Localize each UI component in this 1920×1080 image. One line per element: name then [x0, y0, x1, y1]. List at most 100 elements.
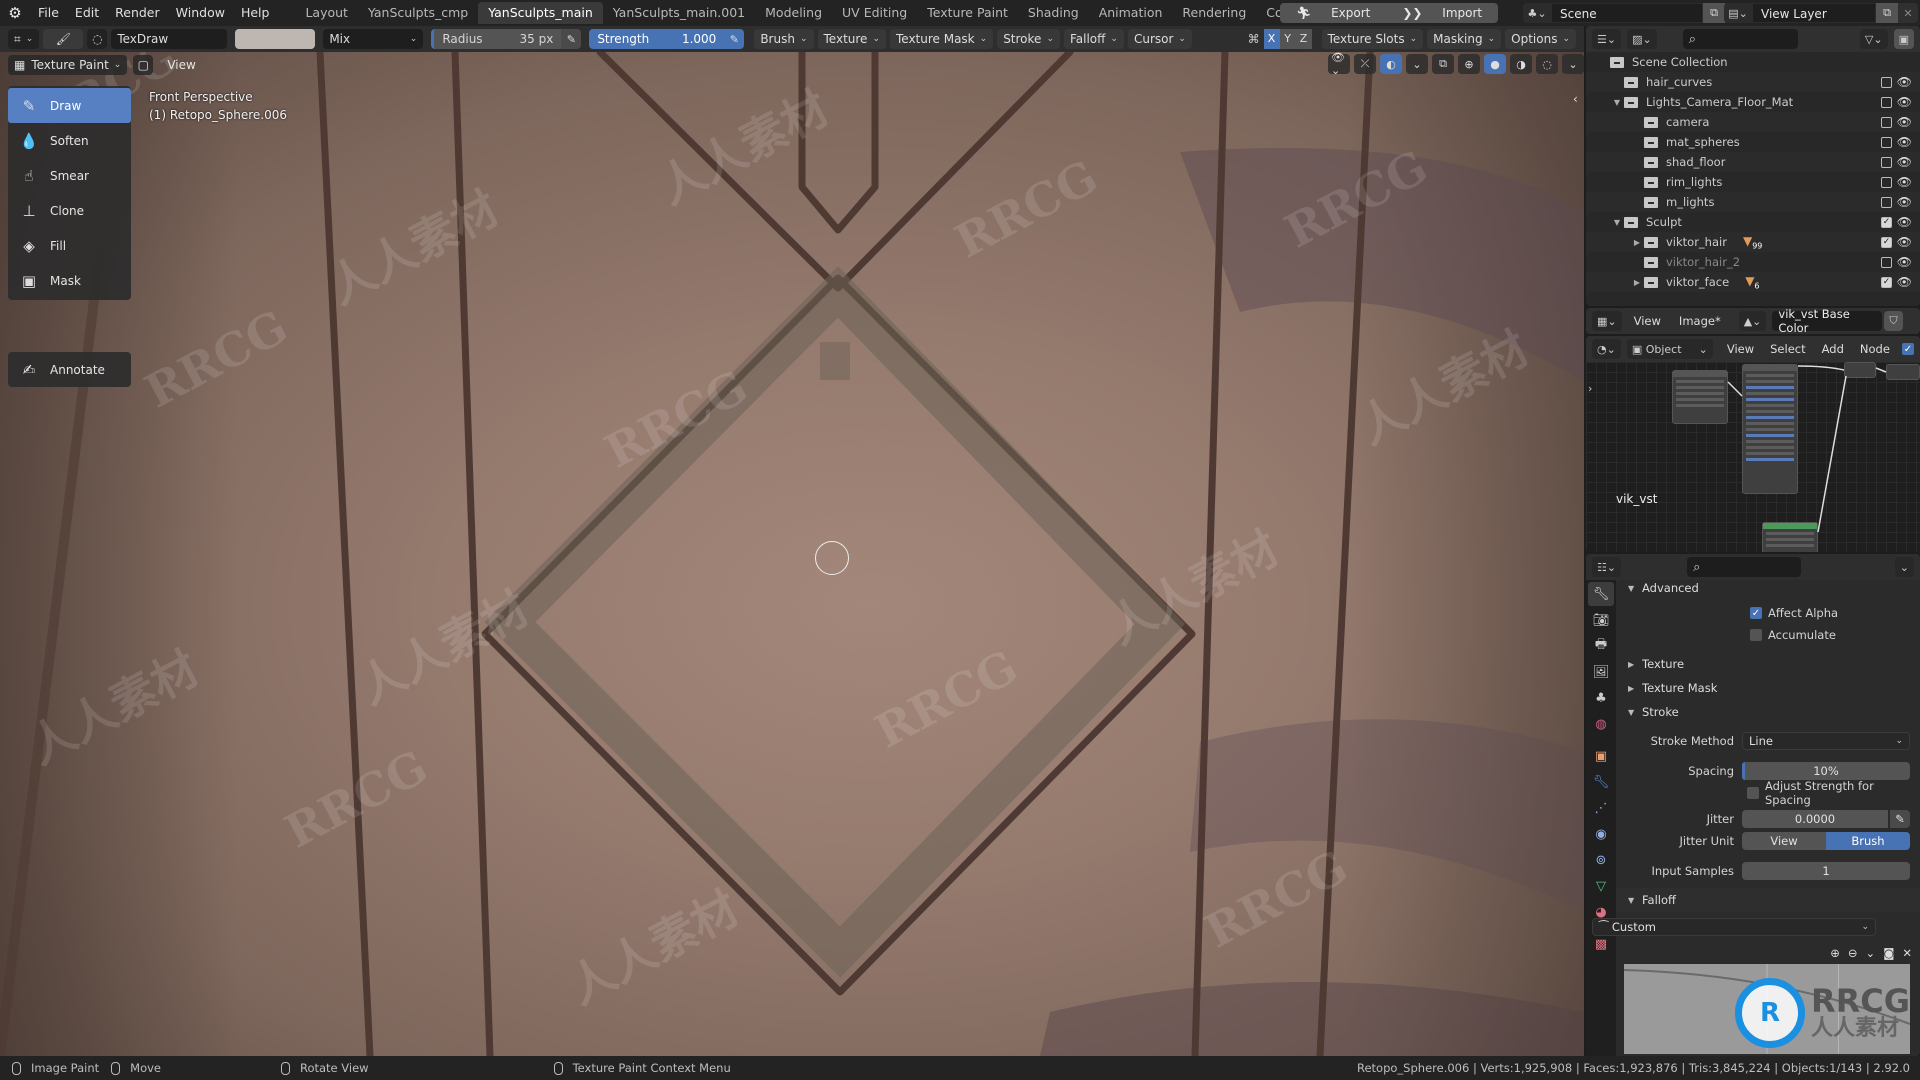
jitter-unit-brush[interactable]: Brush	[1826, 832, 1910, 850]
material-shading-icon[interactable]: ◑	[1510, 54, 1532, 74]
render-tab-icon[interactable]: 📷︎	[1588, 608, 1614, 632]
menu-help[interactable]: Help	[233, 0, 278, 26]
data-tab-icon[interactable]: ▽	[1588, 874, 1614, 898]
outliner-row[interactable]: ▶ viktor_face ▼6 ✓ 👁︎	[1586, 272, 1920, 292]
menu-edit[interactable]: Edit	[67, 0, 107, 26]
particles-tab-icon[interactable]: ⋰	[1588, 796, 1614, 820]
eye-icon[interactable]: 👁︎	[1897, 175, 1912, 189]
tool-tab-icon[interactable]: 🔧︎	[1588, 582, 1614, 606]
scene-name-field[interactable]: Scene	[1551, 3, 1703, 23]
stroke-panel-header[interactable]: ▼ Stroke	[1616, 700, 1920, 724]
outliner-row[interactable]: ▼ Lights_Camera_Floor_Mat 👁︎	[1586, 92, 1920, 112]
image-view-menu[interactable]: View	[1634, 314, 1661, 328]
eye-icon[interactable]: 👁︎	[1897, 255, 1912, 269]
properties-options-icon[interactable]: ⌄	[1894, 557, 1914, 577]
collapsed-icon[interactable]: ▶	[1630, 278, 1644, 287]
tool-mask[interactable]: ▣ Mask	[8, 263, 131, 298]
outliner-row[interactable]: camera 👁︎	[1586, 112, 1920, 132]
tool-menu-stroke[interactable]: Stroke ⌄	[997, 29, 1060, 49]
overlay-icon[interactable]: ◐	[1380, 54, 1402, 74]
workspace-tab[interactable]: Rendering	[1172, 2, 1256, 24]
brush-name-field[interactable]: TexDraw	[111, 29, 228, 49]
brush-preview-button[interactable]: 🖌︎	[43, 29, 84, 49]
reset-curve-icon[interactable]: ✕	[1902, 946, 1912, 960]
rendered-shading-icon[interactable]: ◌	[1536, 54, 1558, 74]
eye-icon[interactable]: 👁︎	[1897, 95, 1912, 109]
jitter-field[interactable]: 0.0000	[1742, 810, 1888, 828]
exclude-checkbox[interactable]: ✓	[1881, 276, 1892, 288]
node-add-menu[interactable]: Add	[1822, 342, 1844, 356]
world-tab-icon[interactable]: ◍	[1588, 712, 1614, 736]
tool-fill[interactable]: ◈ Fill	[8, 228, 131, 263]
eye-icon[interactable]: 👁︎	[1897, 235, 1912, 249]
eye-icon[interactable]: 👁︎	[1897, 115, 1912, 129]
export-button[interactable]: 🏃︎ Export	[1280, 3, 1386, 23]
menu-render[interactable]: Render	[107, 0, 168, 26]
expanded-icon[interactable]: ▼	[1610, 98, 1624, 107]
jitter-unit-view[interactable]: View	[1742, 832, 1826, 850]
radius-slider[interactable]: Radius 35 px	[431, 29, 562, 49]
zoom-in-icon[interactable]: ⊕	[1830, 946, 1840, 960]
texture-mask-panel-header[interactable]: ▶ Texture Mask	[1616, 676, 1920, 700]
workspace-tab[interactable]: Layout	[295, 2, 358, 24]
outliner-row[interactable]: viktor_hair_2 👁︎	[1586, 252, 1920, 272]
exclude-checkbox[interactable]	[1881, 136, 1892, 148]
mirror-axis-y[interactable]: Y	[1279, 29, 1296, 49]
outliner-row[interactable]: rim_lights 👁︎	[1586, 172, 1920, 192]
outliner-row[interactable]: ▼ Sculpt ✓ 👁︎	[1586, 212, 1920, 232]
node-canvas[interactable]: vik_vst ›	[1586, 362, 1920, 552]
new-collection-icon[interactable]: ▣	[1893, 29, 1914, 49]
3d-viewport[interactable]: RRCG人人素材RRCG人人素材RRCGRRCG人人素材RRCG人人素材RRCG…	[0, 52, 1584, 1056]
display-mode-icon[interactable]: ☰⌄	[1592, 29, 1622, 49]
spacing-slider[interactable]: 10%	[1742, 762, 1910, 780]
advanced-panel-header[interactable]: ▼ Advanced	[1616, 580, 1920, 596]
stroke-method-dropdown[interactable]: Line ⌄	[1742, 732, 1910, 750]
tool-menu-brush[interactable]: Brush ⌄	[754, 29, 814, 49]
xray-icon[interactable]: ⧉	[1432, 54, 1454, 74]
mirror-axis-x[interactable]: X	[1263, 29, 1280, 49]
modifier-tab-icon[interactable]: 🔧︎	[1588, 770, 1614, 794]
eye-icon[interactable]: 👁︎	[1897, 75, 1912, 89]
image-editor-type-icon[interactable]: ▦⌄	[1592, 311, 1622, 331]
tool-annotate[interactable]: ✍ Annotate	[8, 352, 131, 387]
import-button[interactable]: ❯❯ Import	[1386, 3, 1498, 23]
node-node-menu[interactable]: Node	[1860, 342, 1890, 356]
strength-pressure-icon[interactable]: ✎	[724, 29, 745, 49]
tool-menu-texture[interactable]: Texture ⌄	[817, 29, 886, 49]
workspace-tab[interactable]: UV Editing	[832, 2, 917, 24]
node-select-menu[interactable]: Select	[1770, 342, 1805, 356]
constraints-tab-icon[interactable]: ⊚	[1588, 848, 1614, 872]
workspace-tab[interactable]: YanSculpts_main	[478, 2, 603, 24]
color-swatch[interactable]	[235, 29, 316, 49]
eye-icon[interactable]: 👁︎	[1897, 275, 1912, 289]
exclude-checkbox[interactable]: ✓	[1881, 216, 1892, 228]
use-nodes-checkbox[interactable]: ✓	[1901, 343, 1914, 355]
filter-view-icon[interactable]: ▨⌄	[1627, 29, 1657, 49]
input-samples-field[interactable]: 1	[1742, 862, 1910, 880]
filter-icon[interactable]: ▽⌄	[1859, 29, 1888, 49]
properties-search-input[interactable]: ⌕	[1687, 557, 1802, 577]
exclude-checkbox[interactable]	[1881, 96, 1892, 108]
exclude-checkbox[interactable]	[1881, 196, 1892, 208]
exclude-checkbox[interactable]	[1881, 76, 1892, 88]
object-tab-icon[interactable]: ▣	[1588, 744, 1614, 768]
exclude-checkbox[interactable]	[1881, 256, 1892, 268]
outliner-search-input[interactable]: ⌕	[1682, 29, 1798, 49]
tool-smear[interactable]: ☝ Smear	[8, 158, 131, 193]
view-menu[interactable]: View	[167, 58, 195, 72]
view-layer-name-field[interactable]: View Layer	[1752, 3, 1876, 23]
outliner-row[interactable]: ▶ viktor_hair ▼99 ✓ 👁︎	[1586, 232, 1920, 252]
child-objects-icon[interactable]: ▼6	[1745, 274, 1759, 290]
new-view-layer-icon[interactable]: ⧉	[1876, 3, 1898, 23]
gizmo-icon[interactable]: ⤫	[1354, 54, 1376, 74]
exclude-checkbox[interactable]: ✓	[1881, 236, 1892, 248]
workspace-tab[interactable]: Texture Paint	[917, 2, 1018, 24]
outliner-row[interactable]: shad_floor 👁︎	[1586, 152, 1920, 172]
texture-panel-header[interactable]: ▶ Texture	[1616, 652, 1920, 676]
node-view-menu[interactable]: View	[1727, 342, 1754, 356]
mirror-axis-z[interactable]: Z	[1295, 29, 1312, 49]
falloff-preset-dropdown[interactable]: ⁀ Custom ⌄	[1592, 918, 1876, 936]
outliner-row[interactable]: m_lights 👁︎	[1586, 192, 1920, 212]
tool-menu-texture-slots[interactable]: Texture Slots ⌄	[1321, 29, 1424, 49]
solid-shading-icon[interactable]: ●	[1484, 54, 1506, 74]
